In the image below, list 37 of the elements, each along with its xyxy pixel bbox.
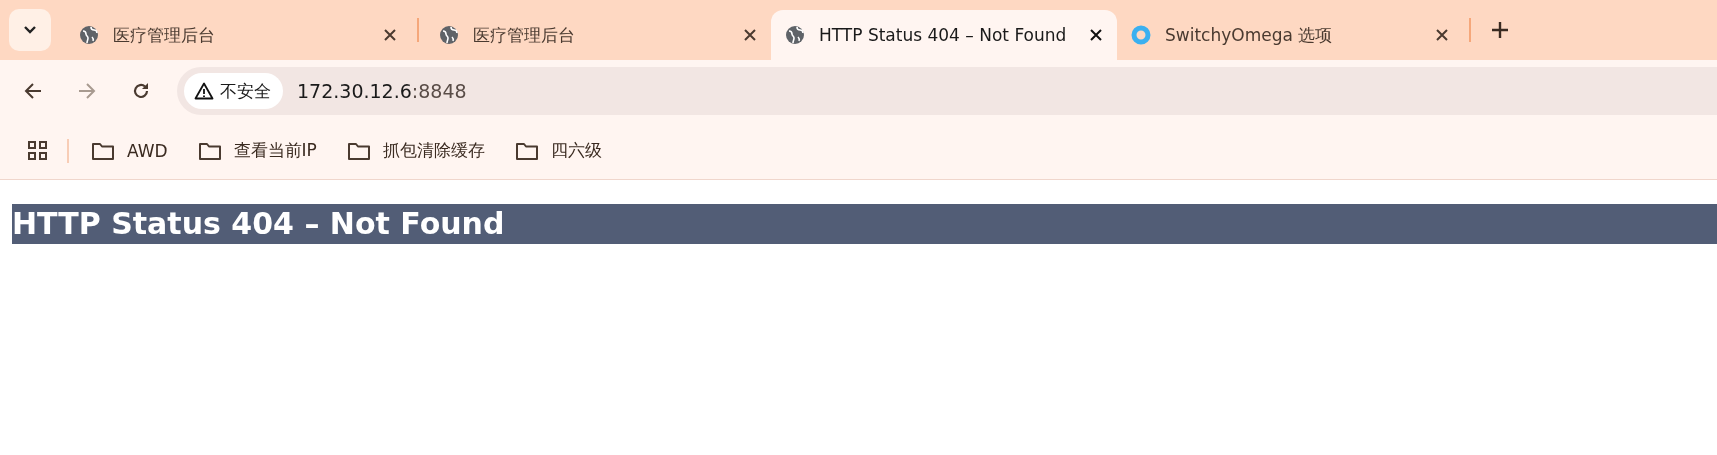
- address-host: 172.30.12.6: [297, 80, 412, 102]
- ring-icon: [1131, 25, 1151, 45]
- reload-icon[interactable]: [131, 81, 151, 101]
- bookmark-item[interactable]: 查看当前IP: [197, 139, 317, 162]
- folder-icon: [346, 140, 371, 161]
- tab-title: 医疗管理后台: [113, 23, 216, 47]
- page-heading: HTTP Status 404 – Not Found: [12, 204, 1717, 244]
- tab-title: HTTP Status 404 – Not Found: [819, 25, 1068, 45]
- close-icon[interactable]: [383, 28, 397, 42]
- browser-tab[interactable]: SwitchyOmega 选项: [1117, 10, 1463, 60]
- tab-title: 医疗管理后台: [473, 23, 576, 47]
- tab-title: SwitchyOmega 选项: [1165, 23, 1334, 47]
- warning-icon: [194, 82, 214, 100]
- close-icon[interactable]: [743, 28, 757, 42]
- security-label: 不安全: [220, 79, 271, 103]
- browser-tab[interactable]: 医疗管理后台: [425, 10, 771, 60]
- bookmark-item[interactable]: 抓包清除缓存: [346, 139, 485, 162]
- folder-icon: [514, 140, 539, 161]
- browser-tab[interactable]: 医疗管理后台: [65, 10, 411, 60]
- browser-tab[interactable]: HTTP Status 404 – Not Found: [771, 10, 1117, 60]
- close-icon[interactable]: [1089, 28, 1103, 42]
- bookmark-item[interactable]: AWD: [91, 140, 168, 161]
- close-icon[interactable]: [1435, 28, 1449, 42]
- address-port: :8848: [411, 80, 467, 102]
- apps-grid-icon[interactable]: [27, 139, 49, 162]
- new-tab-icon[interactable]: [1491, 21, 1509, 39]
- folder-icon: [197, 140, 222, 161]
- forward-arrow-icon[interactable]: [77, 81, 97, 101]
- back-arrow-icon[interactable]: [23, 81, 43, 101]
- address-bar[interactable]: 不安全 172.30.12.6:8848: [177, 67, 1717, 115]
- globe-icon: [785, 25, 805, 45]
- globe-icon: [439, 25, 459, 45]
- folder-icon: [91, 140, 115, 161]
- globe-icon: [79, 25, 99, 45]
- bookmark-item[interactable]: 四六级: [514, 139, 602, 162]
- security-chip[interactable]: 不安全: [184, 73, 283, 109]
- chevron-down-icon: [23, 25, 37, 35]
